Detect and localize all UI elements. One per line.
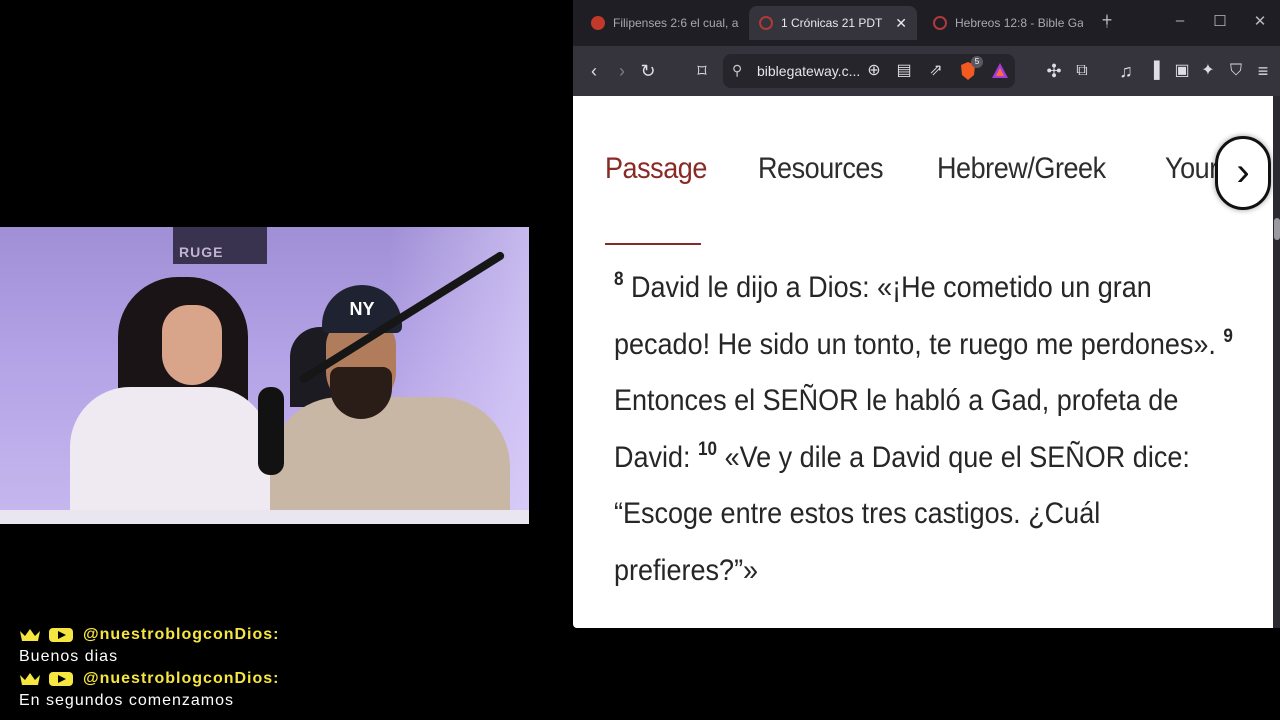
reload-icon[interactable]: ↻ xyxy=(637,60,659,82)
minimize-icon[interactable]: – xyxy=(1170,12,1190,29)
passage-nav: Passage Resources Hebrew/Greek Your Co xyxy=(605,152,1273,192)
page-content: Passage Resources Hebrew/Greek Your Co › 8 … xyxy=(573,96,1273,628)
screenshot-icon[interactable]: ⧉ xyxy=(1071,60,1093,82)
desk xyxy=(0,510,529,524)
close-window-icon[interactable]: ✕ xyxy=(1250,12,1270,30)
tab-hebrew-greek[interactable]: Hebrew/Greek xyxy=(937,152,1106,186)
tab-filipenses[interactable]: Filipenses 2:6 el cual, aunq xyxy=(581,6,749,40)
back-icon[interactable]: ‹ xyxy=(583,60,605,82)
tab-strip: Filipenses 2:6 el cual, aunq 1 Crónicas … xyxy=(573,0,1280,46)
verse-text: «Ve y dile a David que el SEÑOR dice: “E… xyxy=(614,440,1190,587)
shields-count-badge: 5 xyxy=(971,56,983,68)
youtube-icon xyxy=(49,672,73,686)
browser-window: Filipenses 2:6 el cual, aunq 1 Crónicas … xyxy=(573,0,1280,628)
microphone xyxy=(258,387,284,475)
chat-username: @nuestroblogconDios: xyxy=(83,670,280,687)
url-text[interactable]: biblegateway.c... xyxy=(757,63,860,79)
tab-hebreos[interactable]: Hebreos 12:8 - Bible Gate xyxy=(923,6,1093,40)
sidebar-icon[interactable]: ▐ xyxy=(1143,60,1165,82)
nav-next-arrow-icon[interactable]: › xyxy=(1215,136,1271,210)
verse-text: David le dijo a Dios: «¡He cometido un g… xyxy=(614,271,1216,361)
vpn-icon[interactable]: ⛉ xyxy=(1225,60,1247,82)
chat-author-line: @nuestroblogconDios: xyxy=(19,624,539,646)
reader-icon[interactable]: ▤ xyxy=(893,60,915,82)
tab-title: Filipenses 2:6 el cual, aunq xyxy=(613,16,739,30)
share-icon[interactable]: ⇗ xyxy=(925,60,947,82)
new-tab-button[interactable]: + xyxy=(1097,10,1117,31)
active-tab-underline xyxy=(605,243,701,245)
cross-icon xyxy=(591,16,605,30)
tab-resources[interactable]: Resources xyxy=(758,152,883,186)
maximize-icon[interactable]: ☐ xyxy=(1210,12,1230,30)
wall-sign: RUGE xyxy=(173,227,267,264)
tab-passage[interactable]: Passage xyxy=(605,152,707,186)
tab-cronicas[interactable]: 1 Crónicas 21 PDT - D ✕ xyxy=(749,6,917,40)
crown-icon xyxy=(19,672,41,686)
chat-message: En segundos comenzamos xyxy=(19,692,234,709)
media-icon[interactable]: ♫ xyxy=(1115,60,1137,82)
chat-username: @nuestroblogconDios: xyxy=(83,626,280,643)
wallet-icon[interactable]: ▣ xyxy=(1171,60,1193,82)
tab-title: Hebreos 12:8 - Bible Gate xyxy=(955,16,1083,30)
screen: RUGE NY @nuestroblogconDios: Buenos dias xyxy=(0,0,1280,720)
chat-message: Buenos dias xyxy=(19,648,119,665)
site-settings-icon[interactable]: ⚲ xyxy=(732,62,742,79)
forward-icon[interactable]: › xyxy=(611,60,633,82)
brave-rewards-icon[interactable] xyxy=(989,60,1011,82)
menu-icon[interactable]: ≡ xyxy=(1252,60,1274,82)
verse-number: 8 xyxy=(614,269,624,290)
bookmark-icon[interactable]: ⌑ xyxy=(691,60,713,82)
youtube-icon xyxy=(49,628,73,642)
extensions-icon[interactable]: ✣ xyxy=(1043,60,1065,82)
webcam-feed: RUGE NY xyxy=(0,227,529,524)
verse-number: 9 xyxy=(1223,325,1233,347)
crown-icon xyxy=(19,628,41,642)
chat-overlay: @nuestroblogconDios: Buenos dias @nuestr… xyxy=(19,624,539,712)
scrollbar[interactable] xyxy=(1273,96,1280,628)
verse-number: 10 xyxy=(698,438,718,460)
zoom-icon[interactable]: ⊕ xyxy=(863,60,885,82)
scrollbar-thumb[interactable] xyxy=(1274,218,1280,240)
passage-text: 8 David le dijo a Dios: «¡He cometido un… xyxy=(614,260,1244,599)
browser-toolbar: ‹ › ↻ ⌑ ⚲ biblegateway.c... ⊕ ▤ ⇗ 5 ✣ ⧉ … xyxy=(573,46,1280,96)
biblegateway-icon xyxy=(759,16,773,30)
leo-ai-icon[interactable]: ✦ xyxy=(1197,60,1219,82)
tab-title: 1 Crónicas 21 PDT - D xyxy=(781,16,885,30)
man-body xyxy=(270,397,510,524)
chat-author-line: @nuestroblogconDios: xyxy=(19,668,539,690)
close-tab-icon[interactable]: ✕ xyxy=(895,15,907,32)
biblegateway-icon xyxy=(933,16,947,30)
woman-face xyxy=(162,305,222,385)
woman-body xyxy=(70,387,270,524)
